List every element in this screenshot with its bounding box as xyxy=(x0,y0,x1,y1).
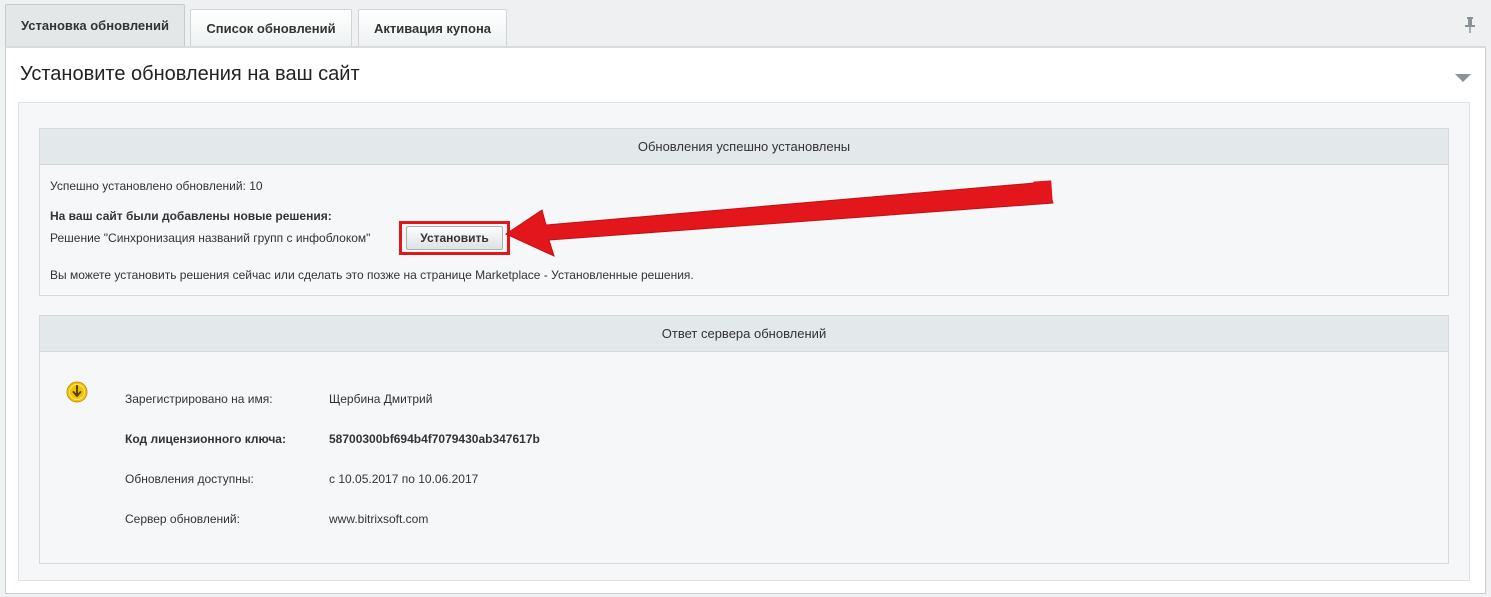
page-title: Установите обновления на ваш сайт xyxy=(20,63,360,85)
chevron-down-icon[interactable] xyxy=(1455,74,1471,82)
solution-name: Решение "Синхронизация названий групп с … xyxy=(50,231,371,245)
registered-name-label: Зарегистрировано на имя: xyxy=(125,392,273,406)
new-solutions-heading: На ваш сайт были добавлены новые решения… xyxy=(50,209,332,223)
updates-available-label: Обновления доступны: xyxy=(125,472,254,486)
marketplace-note: Вы можете установить решения сейчас или … xyxy=(50,268,694,282)
pin-icon[interactable] xyxy=(1463,16,1477,34)
installed-count: Успешно установлено обновлений: 10 xyxy=(50,179,263,193)
tab-label: Установка обновлений xyxy=(21,18,169,33)
license-key-label: Код лицензионного ключа: xyxy=(125,432,286,446)
update-server-label: Сервер обновлений: xyxy=(125,512,240,526)
install-button[interactable]: Установить xyxy=(406,226,503,250)
tab-coupon-activation[interactable]: Активация купона xyxy=(358,9,507,46)
server-response-box: Ответ сервера обновлений Зарегистрирован… xyxy=(39,315,1449,564)
server-box-header: Ответ сервера обновлений xyxy=(40,316,1448,352)
success-box: Обновления успешно установлены Успешно у… xyxy=(39,128,1449,296)
install-button-highlight: Установить xyxy=(399,221,510,255)
download-arrow-icon xyxy=(66,381,88,403)
panel-content: Обновления успешно установлены Успешно у… xyxy=(18,102,1470,581)
update-server-value: www.bitrixsoft.com xyxy=(329,512,429,526)
tab-label: Список обновлений xyxy=(206,20,336,36)
license-key-value: 58700300bf694b4f7079430ab347617b xyxy=(329,432,540,446)
updates-panel: Установите обновления на ваш сайт Обновл… xyxy=(5,46,1486,594)
tab-label: Активация купона xyxy=(373,20,492,36)
tab-install-updates[interactable]: Установка обновлений xyxy=(5,4,185,46)
updates-available-value: с 10.05.2017 по 10.06.2017 xyxy=(329,472,479,486)
tab-bar: Установка обновлений Список обновлений А… xyxy=(0,0,1491,46)
tab-updates-list[interactable]: Список обновлений xyxy=(190,9,352,46)
registered-name-value: Щербина Дмитрий xyxy=(329,392,433,406)
success-box-header: Обновления успешно установлены xyxy=(40,129,1448,165)
